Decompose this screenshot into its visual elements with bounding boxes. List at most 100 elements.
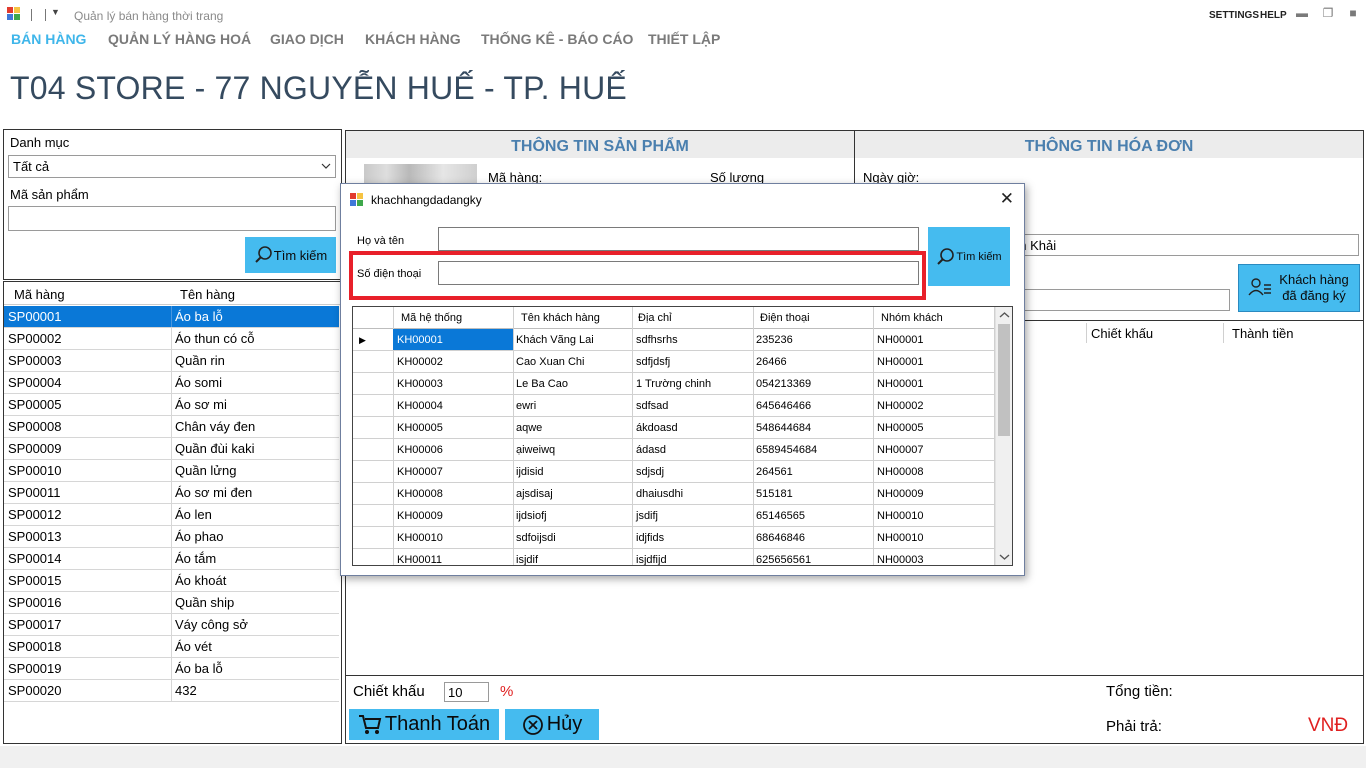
table-row[interactable]: SP00014 Áo tắm [4, 548, 339, 570]
table-row[interactable]: SP00009 Quần đùi kaki [4, 438, 339, 460]
column-header-thanh-tien[interactable]: Thành tiền [1232, 326, 1293, 341]
table-row[interactable]: SP00004 Áo somi [4, 372, 339, 394]
table-row[interactable]: SP00003 Quần rin [4, 350, 339, 372]
name-input[interactable] [438, 227, 919, 251]
minimize-icon[interactable]: ▬ [1295, 7, 1309, 19]
table-row[interactable]: SP00001 Áo ba lỗ [4, 306, 339, 328]
menu-khach-hang[interactable]: KHÁCH HÀNG [365, 31, 461, 47]
table-row[interactable]: KH00003 Le Ba Cao 1 Trường chinh 054213369 N… [353, 373, 996, 395]
table-row[interactable]: KH00008 ajsdisaj dhaiusdhi 515181 NH00009 [353, 483, 996, 505]
menu-thiet-lap[interactable]: THIẾT LẬP [648, 31, 720, 47]
main-menu: BÁN HÀNG QUẢN LÝ HÀNG HOÁ GIAO DỊCH KHÁC… [0, 30, 800, 50]
phone-cell: 26466 [756, 356, 787, 368]
column-header-chiet-khau[interactable]: Chiết khấu [1091, 326, 1153, 341]
chevron-down-icon [321, 163, 331, 169]
product-name-cell: Áo len [171, 504, 339, 525]
address-cell: isjdfijd [636, 554, 667, 566]
product-name-cell: Áo phao [171, 526, 339, 547]
system-code-cell: KH00005 [397, 422, 443, 434]
user-list-icon [1248, 278, 1271, 296]
table-row[interactable]: ▶ KH00001 Khách Vãng Lai sdfhsrhs 235236 NH00… [353, 329, 996, 351]
table-row[interactable]: KH00006 ạiweiwq ádasd 6589454684 NH00007 [353, 439, 996, 461]
product-code-cell: SP00010 [8, 463, 62, 478]
window-title: Quản lý bán hàng thời trang [74, 9, 224, 23]
product-code-cell: SP00005 [8, 397, 62, 412]
title-bar: ▼ Quản lý bán hàng thời trang SETTINGS H… [0, 0, 1366, 30]
dialog-app-icon [350, 193, 364, 207]
customers-grid-header: Mã hệ thống Tên khách hàng Địa chỉ Điện … [353, 307, 996, 329]
help-link[interactable]: HELP [1260, 10, 1287, 21]
product-name-cell: Áo ba lỗ [171, 658, 339, 679]
column-header-ma-he-thong[interactable]: Mã hệ thống [401, 312, 462, 324]
table-row[interactable]: SP00008 Chân váy đen [4, 416, 339, 438]
customer-group-cell: NH00010 [877, 532, 924, 544]
phone-cell: 054213369 [756, 378, 812, 390]
cancel-button[interactable]: Hủy [505, 709, 599, 740]
column-header-ten-hang[interactable]: Tên hàng [180, 287, 235, 302]
table-row[interactable]: SP00013 Áo phao [4, 526, 339, 548]
system-code-cell: KH00001 [397, 334, 443, 346]
product-code-input[interactable] [8, 206, 336, 231]
menu-ban-hang[interactable]: BÁN HÀNG [11, 31, 86, 47]
table-row[interactable]: KH00009 ijdsiofj jsdifj 65146565 NH00010 [353, 505, 996, 527]
payable-label: Phải trả: [1106, 718, 1162, 735]
column-header-dia-chi[interactable]: Địa chỉ [638, 312, 672, 324]
product-name-cell: Quần ship [171, 592, 339, 613]
category-select[interactable]: Tất cả [8, 155, 336, 178]
invoice-extra-field[interactable] [1005, 289, 1230, 311]
customers-grid-scrollbar[interactable] [995, 307, 1012, 565]
pay-button[interactable]: Thanh Toán [349, 709, 499, 740]
table-row[interactable]: KH00007 ijdisid sdjsdj 264561 NH00008 [353, 461, 996, 483]
table-row[interactable]: SP00016 Quần ship [4, 592, 339, 614]
settings-link[interactable]: SETTINGS [1209, 10, 1259, 21]
registered-customer-label: Khách hàng đã đăng ký [1279, 272, 1349, 303]
menu-giao-dich[interactable]: GIAO DỊCH [270, 31, 344, 47]
table-row[interactable]: SP00015 Áo khoát [4, 570, 339, 592]
column-header-ma-hang[interactable]: Mã hàng [14, 287, 65, 302]
scroll-thumb[interactable] [998, 324, 1010, 436]
table-row[interactable]: SP00002 Áo thun có cỗ [4, 328, 339, 350]
product-code-cell: SP00018 [8, 639, 62, 654]
column-header-ten-khach-hang[interactable]: Tên khách hàng [521, 312, 600, 324]
table-row[interactable]: KH00010 sdfoijsdi idjfids 68646846 NH00010 [353, 527, 996, 549]
category-select-value: Tất cả [13, 159, 50, 174]
scroll-down-icon[interactable] [996, 548, 1013, 565]
customer-group-cell: NH00007 [877, 444, 924, 456]
table-row[interactable]: KH00005 aqwe ákdoasd 548644684 NH00005 [353, 417, 996, 439]
table-row[interactable]: SP00020 432 [4, 680, 339, 702]
customer-name-cell: ạiweiwq [516, 444, 556, 456]
menu-thong-ke-bao-cao[interactable]: THỐNG KÊ - BÁO CÁO [481, 31, 633, 47]
dialog-search-button[interactable]: Tìm kiếm [928, 227, 1010, 286]
product-info-title: THÔNG TIN SẢN PHẨM [346, 131, 854, 158]
phone-cell: 515181 [756, 488, 793, 500]
table-row[interactable]: KH00004 ewri sdfsad 645646466 NH00002 [353, 395, 996, 417]
discount-input[interactable]: 10 [444, 682, 489, 702]
product-name-cell: Quần rin [171, 350, 339, 371]
customer-group-cell: NH00001 [877, 356, 924, 368]
table-row[interactable]: SP00019 Áo ba lỗ [4, 658, 339, 680]
restore-icon[interactable]: ❐ [1321, 7, 1335, 19]
close-icon[interactable]: ■ [1346, 7, 1360, 19]
column-header-dien-thoai[interactable]: Điện thoại [760, 312, 810, 324]
table-row[interactable]: SP00017 Váy công sở [4, 614, 339, 636]
system-code-cell: KH00004 [397, 400, 443, 412]
toolbar-separator [31, 9, 32, 21]
product-code-cell: SP00009 [8, 441, 62, 456]
table-row[interactable]: SP00018 Áo vét [4, 636, 339, 658]
menu-quan-ly-hang-hoa[interactable]: QUẢN LÝ HÀNG HOÁ [108, 31, 251, 47]
column-header-nhom-khach[interactable]: Nhóm khách [881, 312, 943, 324]
product-search-button[interactable]: Tìm kiếm [245, 237, 336, 273]
product-code-cell: SP00002 [8, 331, 62, 346]
quick-access-dropdown-icon[interactable]: ▼ [51, 7, 60, 17]
table-row[interactable]: SP00011 Áo sơ mi đen [4, 482, 339, 504]
table-row[interactable]: SP00005 Áo sơ mi [4, 394, 339, 416]
close-icon[interactable]: ✕ [1000, 189, 1014, 209]
registered-customer-button[interactable]: Khách hàng đã đăng ký [1238, 264, 1360, 312]
customer-group-cell: NH00001 [877, 378, 924, 390]
table-row[interactable]: SP00012 Áo len [4, 504, 339, 526]
table-row[interactable]: SP00010 Quần lửng [4, 460, 339, 482]
table-row[interactable]: KH00011 isjdif isjdfijd 625656561 NH00003 [353, 549, 996, 566]
table-row[interactable]: KH00002 Cao Xuan Chi sdfjdsfj 26466 NH00001 [353, 351, 996, 373]
scroll-up-icon[interactable] [996, 307, 1013, 324]
customer-name-field[interactable]: nh Khải [1005, 234, 1359, 256]
